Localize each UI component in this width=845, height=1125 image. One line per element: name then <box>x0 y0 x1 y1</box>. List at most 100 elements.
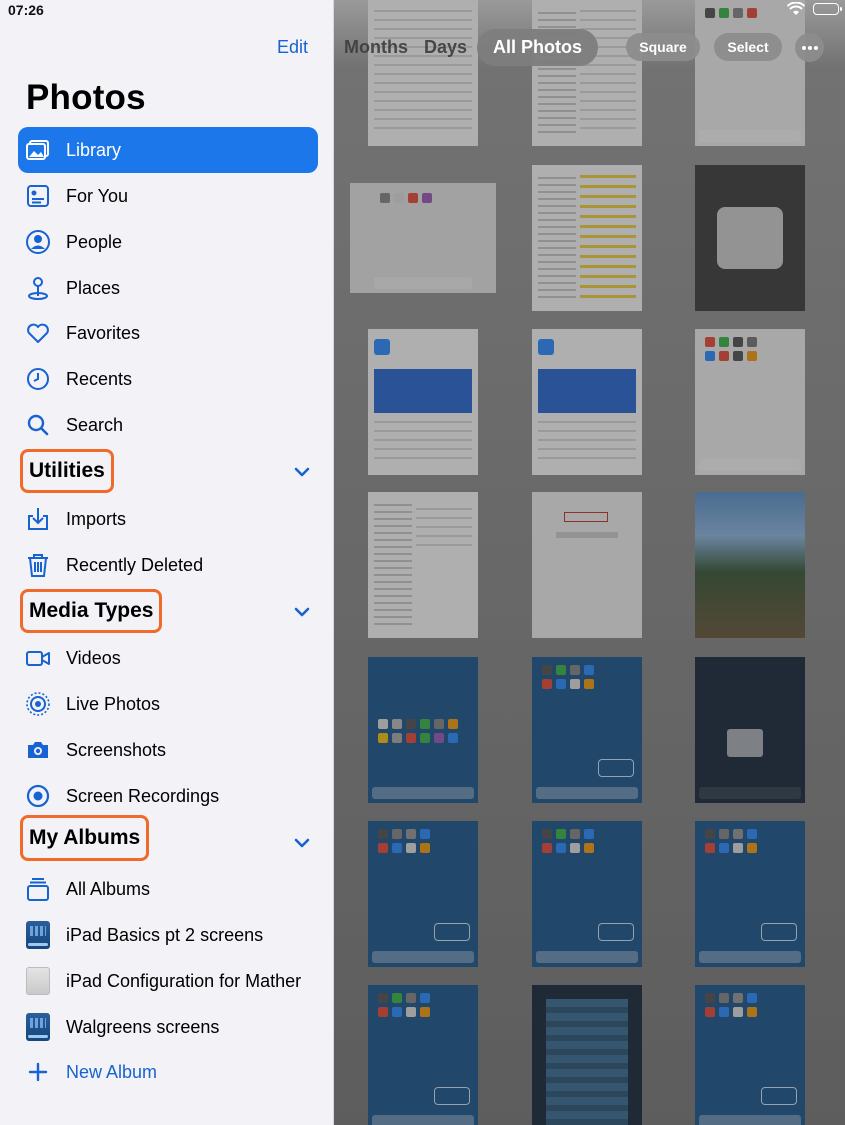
sidebar-item-screenshots[interactable]: Screenshots <box>18 728 318 772</box>
sidebar-item-places[interactable]: Places <box>18 266 318 310</box>
photo-thumbnail[interactable] <box>695 492 805 638</box>
sidebar-item-label: Videos <box>66 647 121 668</box>
sidebar: Edit Photos Library For You People Place… <box>0 0 334 1125</box>
more-button[interactable] <box>795 33 824 62</box>
sidebar-item-recently-deleted[interactable]: Recently Deleted <box>18 543 318 587</box>
status-time: 07:26 <box>8 2 44 18</box>
photo-thumbnail[interactable] <box>532 329 642 475</box>
people-icon <box>24 228 52 256</box>
page-title: Photos <box>26 78 146 117</box>
battery-icon <box>813 3 842 15</box>
tab-days[interactable]: Days <box>418 37 473 58</box>
album-thumbnail-icon <box>24 1013 52 1041</box>
photo-thumbnail[interactable] <box>368 821 478 967</box>
sidebar-item-label: iPad Configuration for Mather <box>66 970 302 991</box>
live-photos-icon <box>24 690 52 718</box>
photo-thumbnail[interactable] <box>532 985 642 1125</box>
sidebar-item-screen-recordings[interactable]: Screen Recordings <box>18 774 318 818</box>
sidebar-item-live-photos[interactable]: Live Photos <box>18 682 318 726</box>
sidebar-item-imports[interactable]: Imports <box>18 497 318 541</box>
section-header: My Albums <box>29 826 141 849</box>
sidebar-item-ipad-configuration[interactable]: iPad Configuration for Mather <box>18 959 318 1003</box>
photo-thumbnail[interactable] <box>532 657 642 803</box>
section-header: Utilities <box>29 459 105 482</box>
sidebar-item-label: People <box>66 231 123 252</box>
photo-thumbnail[interactable] <box>532 821 642 967</box>
photo-thumbnail[interactable] <box>368 492 478 638</box>
photo-thumbnail[interactable] <box>695 821 805 967</box>
photo-grid[interactable] <box>334 0 845 1125</box>
sidebar-item-label: Search <box>66 414 124 435</box>
for-you-icon <box>24 182 52 210</box>
wifi-icon <box>787 2 805 15</box>
screenshot-icon <box>24 736 52 764</box>
tab-all-photos[interactable]: All Photos <box>477 28 599 66</box>
search-icon <box>24 411 52 439</box>
status-indicators <box>787 2 842 16</box>
sidebar-item-library[interactable]: Library <box>18 127 318 173</box>
library-icon <box>24 136 52 164</box>
photo-thumbnail[interactable] <box>368 657 478 803</box>
sidebar-item-walgreens[interactable]: Walgreens screens <box>18 1005 318 1049</box>
sidebar-item-label: Places <box>66 277 121 298</box>
photo-thumbnail[interactable] <box>368 329 478 475</box>
photo-thumbnail[interactable] <box>695 657 805 803</box>
sidebar-item-people[interactable]: People <box>18 220 318 264</box>
sidebar-item-all-albums[interactable]: All Albums <box>18 867 318 911</box>
sidebar-item-label: Screenshots <box>66 739 167 760</box>
video-icon <box>24 644 52 672</box>
sidebar-item-videos[interactable]: Videos <box>18 636 318 680</box>
section-header: Media Types <box>29 599 154 622</box>
photo-thumbnail[interactable] <box>368 985 478 1125</box>
clock-icon <box>24 365 52 393</box>
select-button[interactable]: Select <box>714 33 782 61</box>
sidebar-item-label: New Album <box>66 1061 158 1082</box>
section-my-albums[interactable]: My Albums <box>20 815 150 861</box>
tab-months[interactable]: Months <box>338 37 414 58</box>
sidebar-item-label: Screen Recordings <box>66 785 220 806</box>
view-segmented-control[interactable]: Months Days All Photos <box>338 27 599 67</box>
heart-icon <box>24 319 52 347</box>
sidebar-item-favorites[interactable]: Favorites <box>18 311 318 355</box>
screen-recording-icon <box>24 782 52 810</box>
edit-button[interactable]: Edit <box>277 37 308 58</box>
sidebar-item-label: Recents <box>66 368 133 389</box>
sidebar-item-label: All Albums <box>66 878 151 899</box>
sidebar-item-label: Library <box>66 139 122 160</box>
import-icon <box>24 505 52 533</box>
sidebar-item-label: Recently Deleted <box>66 554 204 575</box>
ellipsis-icon <box>801 45 818 50</box>
sidebar-item-for-you[interactable]: For You <box>18 174 318 218</box>
chevron-down-icon[interactable] <box>293 606 311 618</box>
section-media-types[interactable]: Media Types <box>20 589 163 633</box>
photo-thumbnail[interactable] <box>695 0 805 146</box>
sidebar-item-label: For You <box>66 185 129 206</box>
photo-thumbnail[interactable] <box>695 985 805 1125</box>
albums-stack-icon <box>24 875 52 903</box>
sidebar-item-label: Favorites <box>66 322 141 343</box>
sidebar-item-label: Live Photos <box>66 693 161 714</box>
sidebar-item-recents[interactable]: Recents <box>18 357 318 401</box>
trash-icon <box>24 551 52 579</box>
plus-icon <box>24 1058 52 1086</box>
photo-thumbnail[interactable] <box>695 329 805 475</box>
photo-thumbnail[interactable] <box>368 0 478 146</box>
sidebar-item-label: Walgreens screens <box>66 1016 220 1037</box>
photo-thumbnail[interactable] <box>532 492 642 638</box>
sidebar-item-ipad-basics[interactable]: iPad Basics pt 2 screens <box>18 913 318 957</box>
section-utilities[interactable]: Utilities <box>20 449 114 493</box>
photo-thumbnail[interactable] <box>695 165 805 311</box>
photo-thumbnail[interactable] <box>532 165 642 311</box>
sidebar-item-label: iPad Basics pt 2 screens <box>66 924 264 945</box>
photo-thumbnail[interactable] <box>350 183 496 293</box>
square-button[interactable]: Square <box>626 33 700 61</box>
chevron-down-icon[interactable] <box>293 466 311 478</box>
photo-thumbnail[interactable] <box>532 0 642 146</box>
places-icon <box>24 274 52 302</box>
new-album-button[interactable]: New Album <box>18 1050 318 1094</box>
album-thumbnail-icon <box>24 967 52 995</box>
sidebar-item-label: Imports <box>66 508 127 529</box>
album-thumbnail-icon <box>24 921 52 949</box>
sidebar-item-search[interactable]: Search <box>18 403 318 447</box>
chevron-down-icon[interactable] <box>293 837 311 849</box>
